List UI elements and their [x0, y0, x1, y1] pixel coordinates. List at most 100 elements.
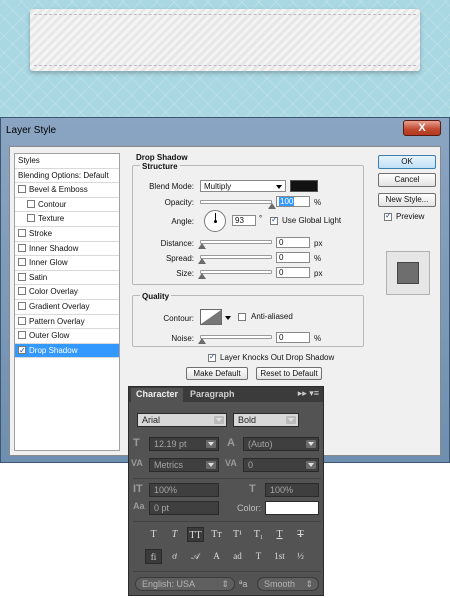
styles-list-item[interactable]: Pattern Overlay [15, 315, 119, 330]
text-color-swatch[interactable] [265, 501, 319, 515]
tab-paragraph[interactable]: Paragraph [185, 388, 240, 402]
layer-knocks-out-checkbox[interactable] [208, 352, 216, 362]
styles-list-item[interactable]: Texture [15, 212, 119, 227]
style-checkbox[interactable] [18, 344, 26, 357]
styles-list-item[interactable]: Inner Shadow [15, 242, 119, 257]
size-slider[interactable] [200, 270, 272, 274]
character-panel: Character Paragraph ▸▸ ▾≡ Arial Bold T 1… [128, 386, 324, 596]
faux-bold-button[interactable]: T [145, 527, 162, 542]
noise-input[interactable]: 0 [276, 332, 310, 343]
close-button[interactable]: X [403, 120, 441, 136]
style-checkbox[interactable] [18, 272, 26, 281]
dialog-titlebar[interactable]: Layer Style X [1, 118, 449, 142]
baseline-shift-input[interactable]: 0 pt [149, 501, 219, 515]
antialias-icon: ªa [239, 579, 248, 589]
shadow-color-swatch[interactable] [290, 180, 318, 192]
font-family-select[interactable]: Arial [137, 413, 227, 427]
new-style-button[interactable]: New Style... [378, 193, 436, 207]
style-checkbox[interactable] [27, 214, 35, 223]
spread-slider[interactable] [200, 255, 272, 259]
styles-list-item[interactable]: Outer Glow [15, 329, 119, 344]
style-checkbox[interactable] [18, 258, 26, 267]
chevron-down-icon [306, 461, 316, 469]
tab-character[interactable]: Character [131, 388, 184, 402]
strikethrough-button[interactable]: T [292, 527, 309, 542]
canvas-background [0, 0, 450, 117]
titling-button[interactable]: ad [229, 549, 246, 564]
spread-input[interactable]: 0 [276, 252, 310, 263]
vertical-scale-input[interactable]: 100% [149, 483, 219, 497]
kerning-select[interactable]: Metrics [149, 458, 219, 472]
size-input[interactable]: 0 [276, 267, 310, 278]
antialias-select[interactable]: Smooth ⇕ [257, 577, 319, 591]
ok-button[interactable]: OK [378, 155, 436, 169]
styles-list-item[interactable]: Blending Options: Default [15, 169, 119, 184]
chevron-down-icon[interactable] [225, 316, 231, 320]
ligatures-button[interactable]: fi [145, 549, 162, 564]
styles-list-item[interactable]: Contour [15, 198, 119, 213]
contour-picker[interactable] [200, 309, 222, 325]
style-checkbox[interactable] [18, 185, 26, 194]
distance-slider-handle[interactable] [198, 243, 206, 249]
opacity-slider[interactable] [200, 200, 272, 204]
styles-list-item[interactable]: Drop Shadow [15, 343, 119, 359]
reset-to-default-button[interactable]: Reset to Default [256, 367, 322, 380]
tracking-select[interactable]: 0 [243, 458, 319, 472]
blend-mode-select[interactable]: Multiply [200, 180, 286, 192]
make-default-button[interactable]: Make Default [186, 367, 248, 380]
anti-aliased-label: Anti-aliased [251, 312, 293, 321]
quality-heading: Quality [140, 292, 172, 301]
style-checkbox[interactable] [18, 301, 26, 310]
style-checkbox[interactable] [18, 316, 26, 325]
style-checkbox[interactable] [18, 287, 26, 296]
all-caps-button[interactable]: TT [187, 527, 204, 542]
styles-list-item[interactable]: Inner Glow [15, 256, 119, 271]
subscript-button[interactable]: T₁ [250, 527, 267, 542]
faux-italic-button[interactable]: T [166, 527, 183, 542]
cancel-button[interactable]: Cancel [378, 173, 436, 187]
ordinals-button[interactable]: T [250, 549, 267, 564]
underline-button[interactable]: T [271, 527, 288, 542]
spread-unit: % [314, 254, 322, 263]
font-size-input[interactable]: 12.19 pt [149, 437, 219, 451]
blend-mode-label: Blend Mode: [149, 182, 194, 191]
small-caps-button[interactable]: Tт [208, 527, 225, 542]
old-style-button[interactable]: ơ [166, 549, 183, 564]
swash-button[interactable]: 𝒜 [187, 549, 204, 564]
horizontal-scale-input[interactable]: 100% [265, 483, 319, 497]
opacity-input[interactable]: 100 [276, 196, 310, 207]
styles-list-item[interactable]: Stroke [15, 227, 119, 242]
use-global-light-checkbox[interactable] [270, 215, 278, 225]
style-checkbox[interactable] [27, 199, 35, 208]
size-slider-handle[interactable] [198, 273, 206, 279]
style-checkbox[interactable] [18, 228, 26, 237]
style-checkbox[interactable] [18, 243, 26, 252]
style-checkbox[interactable] [18, 331, 26, 340]
styles-list-label: Inner Shadow [29, 243, 79, 253]
stylistic-alt-button[interactable]: A [208, 549, 225, 564]
angle-input[interactable]: 93 [232, 215, 256, 226]
noise-slider-handle[interactable] [198, 338, 206, 344]
distance-input[interactable]: 0 [276, 237, 310, 248]
preview-label: Preview [396, 212, 425, 221]
opacity-slider-handle[interactable] [268, 203, 276, 209]
spread-slider-handle[interactable] [198, 258, 206, 264]
language-select[interactable]: English: USA ⇕ [135, 577, 235, 591]
chevron-down-icon [306, 440, 316, 448]
styles-list-item[interactable]: Styles [15, 154, 119, 169]
superscript-button[interactable]: T¹ [229, 527, 246, 542]
styles-list-item[interactable]: Color Overlay [15, 285, 119, 300]
noise-slider[interactable] [200, 335, 272, 339]
angle-dial[interactable] [204, 210, 226, 232]
panel-menu-icon[interactable]: ▸▸ ▾≡ [298, 388, 319, 399]
ordinals-button[interactable]: 1st [271, 549, 288, 564]
anti-aliased-checkbox[interactable] [238, 313, 246, 321]
distance-slider[interactable] [200, 240, 272, 244]
styles-list-item[interactable]: Satin [15, 271, 119, 286]
styles-list-item[interactable]: Bevel & Emboss [15, 183, 119, 198]
preview-checkbox[interactable] [384, 211, 392, 221]
fractions-button[interactable]: ½ [292, 549, 309, 564]
leading-input[interactable]: (Auto) [243, 437, 319, 451]
font-style-select[interactable]: Bold [233, 413, 299, 427]
styles-list-item[interactable]: Gradient Overlay [15, 300, 119, 315]
